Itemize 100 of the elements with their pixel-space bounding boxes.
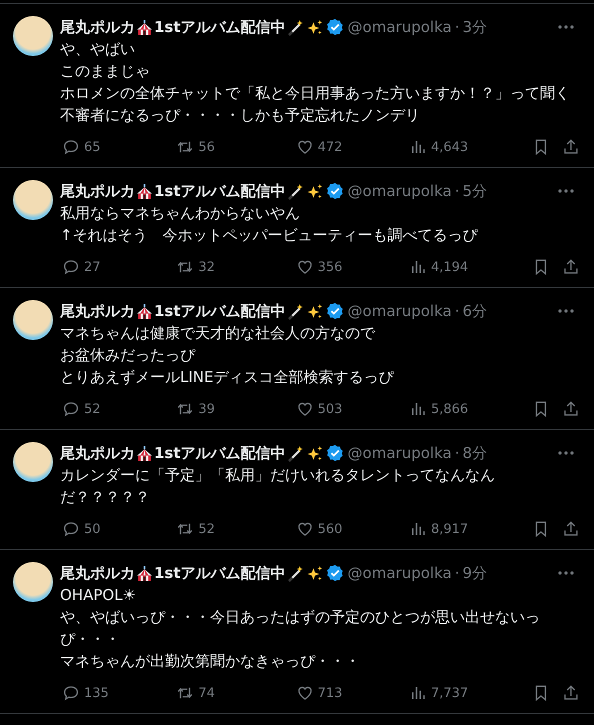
post-time[interactable]: 3分: [462, 18, 488, 36]
post-text-line: や、やばいっぴ・・・今日あったはずの予定のひとつが思い出せないっぴ・・・: [60, 607, 541, 650]
magic-wand-icon: [286, 182, 304, 200]
like-count: 560: [318, 522, 342, 536]
separator-dot: ·: [454, 18, 460, 36]
view-count: 5,866: [430, 402, 468, 416]
sparkles-icon: [306, 182, 323, 200]
user-handle[interactable]: @omarupolka: [348, 564, 452, 582]
separator-dot: ·: [454, 564, 460, 582]
view-count: 4,194: [430, 260, 468, 274]
avatar[interactable]: [13, 562, 53, 602]
name-suffix[interactable]: 1stアルバム配信中: [154, 564, 286, 582]
avatar[interactable]: [13, 300, 53, 340]
share-icon[interactable]: [562, 258, 580, 276]
separator-dot: ·: [454, 182, 460, 200]
more-icon[interactable]: [558, 189, 574, 193]
more-icon[interactable]: [558, 571, 574, 575]
post-text-line: マネちゃんが出勤次第聞かなきゃっぴ・・・: [60, 651, 361, 672]
avatar[interactable]: [13, 442, 53, 482]
post-time[interactable]: 6分: [462, 302, 488, 320]
sparkles-icon: [306, 302, 323, 320]
heart-icon[interactable]: [296, 520, 314, 538]
avatar[interactable]: [13, 16, 53, 56]
repost-count: 52: [198, 522, 215, 536]
verified-badge-icon: [326, 302, 344, 320]
user-handle[interactable]: @omarupolka: [348, 302, 452, 320]
reply-count: 50: [84, 522, 101, 536]
share-icon[interactable]: [562, 684, 580, 702]
magic-wand-icon: [286, 302, 304, 320]
post-text-line: マネちゃんは健康で天才的な社会人の方なので: [60, 323, 376, 344]
like-count: 472: [318, 140, 342, 154]
reply-icon[interactable]: [62, 400, 80, 418]
verified-badge-icon: [326, 564, 344, 582]
like-count: 713: [318, 686, 342, 700]
post-text-line: このままじゃ: [60, 61, 151, 82]
repost-count: 74: [198, 686, 215, 700]
user-handle[interactable]: @omarupolka: [348, 444, 452, 462]
verified-badge-icon: [326, 444, 344, 462]
like-count: 356: [318, 260, 342, 274]
share-icon[interactable]: [562, 138, 580, 156]
post-text-line: カレンダーに「予定」「私用」だけいれるタレントってなんなんだ？？？？？: [60, 465, 496, 508]
display-name[interactable]: 尾丸ポルカ: [60, 444, 135, 462]
magic-wand-icon: [286, 18, 304, 36]
post-time[interactable]: 8分: [462, 444, 488, 462]
heart-icon[interactable]: [296, 400, 314, 418]
repost-count: 39: [198, 402, 215, 416]
heart-icon[interactable]: [296, 138, 314, 156]
share-icon[interactable]: [562, 520, 580, 538]
view-count: 7,737: [430, 686, 468, 700]
tent-icon: [136, 18, 153, 36]
more-icon[interactable]: [558, 451, 574, 455]
reply-icon[interactable]: [62, 138, 80, 156]
tent-icon: [136, 564, 153, 582]
display-name[interactable]: 尾丸ポルカ: [60, 302, 135, 320]
reply-icon[interactable]: [62, 520, 80, 538]
post-text-line: ↑それはそう 今ホットペッパービューティーも調べてるっぴ: [60, 225, 479, 246]
post-text-line: ホロメンの全体チャットで「私と今日用事あった方いますか！？」って聞く不審者になるっぴ・・・・しかも予定忘れたノンデリ: [60, 83, 571, 126]
like-count: 503: [318, 402, 342, 416]
post-time[interactable]: 9分: [462, 564, 488, 582]
post-text-line: 私用ならマネちゃんわからないやん: [60, 203, 301, 224]
reply-count: 135: [84, 686, 109, 700]
view-count: 4,643: [430, 140, 468, 154]
separator-dot: ·: [454, 444, 460, 462]
repost-count: 32: [198, 260, 215, 274]
tent-icon: [136, 444, 153, 462]
reply-count: 65: [84, 140, 101, 154]
heart-icon[interactable]: [296, 684, 314, 702]
reply-count: 52: [84, 402, 101, 416]
sparkles-icon: [306, 18, 323, 36]
sparkles-icon: [306, 564, 323, 582]
heart-icon[interactable]: [296, 258, 314, 276]
post-time[interactable]: 5分: [462, 182, 488, 200]
post-text-line: とりあえずメールLINEディスコ全部検索するっぴ: [60, 367, 395, 388]
name-suffix[interactable]: 1stアルバム配信中: [154, 18, 286, 36]
name-suffix[interactable]: 1stアルバム配信中: [154, 444, 286, 462]
user-handle[interactable]: @omarupolka: [348, 182, 452, 200]
name-suffix[interactable]: 1stアルバム配信中: [154, 302, 286, 320]
reply-icon[interactable]: [62, 684, 80, 702]
view-count: 8,917: [430, 522, 468, 536]
share-icon[interactable]: [562, 400, 580, 418]
post-text-line: OHAPOL☀: [60, 585, 138, 606]
reply-icon[interactable]: [62, 258, 80, 276]
reply-count: 27: [84, 260, 101, 274]
more-icon[interactable]: [558, 25, 574, 29]
verified-badge-icon: [326, 182, 344, 200]
post-text-line: お盆休みだったっぴ: [60, 345, 196, 366]
tent-icon: [136, 302, 153, 320]
more-icon[interactable]: [558, 309, 574, 313]
sparkles-icon: [306, 444, 323, 462]
tent-icon: [136, 182, 153, 200]
display-name[interactable]: 尾丸ポルカ: [60, 18, 135, 36]
magic-wand-icon: [286, 444, 304, 462]
display-name[interactable]: 尾丸ポルカ: [60, 182, 135, 200]
post-text-line: や、やばい: [60, 39, 136, 60]
avatar[interactable]: [13, 180, 53, 220]
name-suffix[interactable]: 1stアルバム配信中: [154, 182, 286, 200]
magic-wand-icon: [286, 564, 304, 582]
verified-badge-icon: [326, 18, 344, 36]
display-name[interactable]: 尾丸ポルカ: [60, 564, 135, 582]
user-handle[interactable]: @omarupolka: [348, 18, 452, 36]
